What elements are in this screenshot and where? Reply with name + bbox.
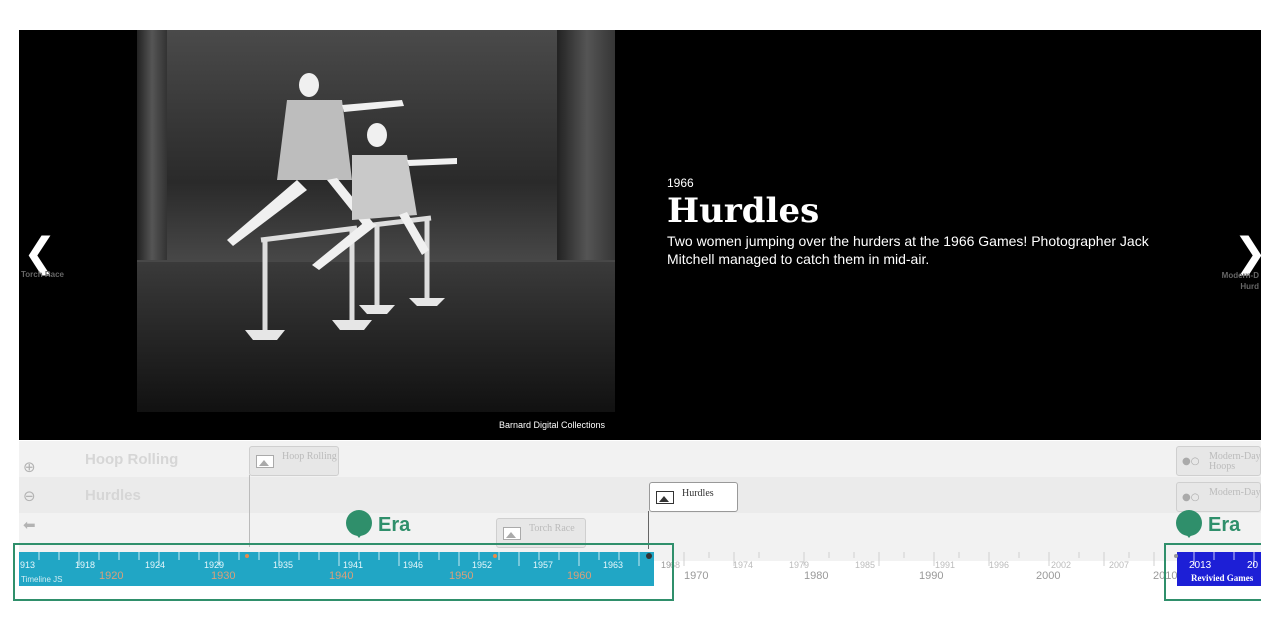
timeline-app: { "slide": { "date": "1966", "title": "H… — [0, 0, 1261, 637]
group-row-hoop-rolling: Hoop Rolling — [19, 441, 1261, 477]
marker-modern-day[interactable]: ●○ Modern-Day... — [1176, 482, 1261, 512]
tick-label: 2007 — [1109, 560, 1130, 570]
tick-label: 1991 — [935, 560, 956, 570]
zoom-in-icon[interactable]: ⊕ — [23, 458, 43, 478]
hurdlers-image — [227, 73, 457, 340]
tick-label: 1979 — [789, 560, 810, 570]
dots-icon: ●○ — [1182, 456, 1200, 467]
next-slide-button[interactable]: ❯ Modern-D Hurd — [1201, 230, 1261, 292]
group-label: Hoop Rolling — [85, 451, 179, 468]
marker-label: Modern-Day... — [1209, 487, 1261, 498]
dots-icon: ●○ — [1182, 492, 1200, 503]
previous-slide-label: Torch Race — [21, 270, 64, 279]
image-icon — [503, 527, 521, 540]
next-slide-label: Modern-D Hurd — [1222, 270, 1259, 292]
era-highlight-box — [1164, 543, 1261, 601]
group-label: Hurdles — [85, 487, 141, 504]
slide-photo — [137, 30, 615, 412]
image-icon — [656, 491, 674, 504]
marker-line — [249, 475, 250, 547]
tick-label-major: 1970 — [684, 570, 709, 582]
group-row-hurdles: Hurdles — [19, 477, 1261, 513]
tick-label-major: 2000 — [1036, 570, 1061, 582]
slide-date: 1966 — [667, 176, 694, 190]
marker-hurdles[interactable]: Hurdles — [649, 482, 738, 512]
tick-label: 2002 — [1051, 560, 1072, 570]
map-pin-icon — [1176, 510, 1202, 538]
next-slide-label-line1: Modern-D — [1221, 271, 1259, 280]
era-highlight-box — [13, 543, 674, 601]
map-pin-icon — [346, 510, 372, 538]
photo-credit: Barnard Digital Collections — [499, 420, 606, 430]
marker-hoop-rolling[interactable]: Hoop Rolling — [249, 446, 339, 476]
era-annotation-label: Era — [1208, 514, 1241, 536]
slide-panel: Barnard Digital Collections ❮ Torch Race… — [19, 30, 1261, 440]
marker-modern-day-hoops[interactable]: ●○ Modern-Day Hoops — [1176, 446, 1261, 476]
previous-slide-button[interactable]: ❮ Torch Race — [19, 230, 79, 290]
group-row-empty — [19, 513, 1261, 545]
tick-label: 1996 — [989, 560, 1010, 570]
marker-label: Hoop Rolling — [282, 451, 337, 462]
slide-text: 1966 Hurdles Two women jumping over the … — [667, 176, 1187, 268]
era-annotation-label: Era — [378, 514, 411, 536]
back-to-start-icon[interactable]: ⬅ — [23, 516, 43, 536]
tick-label-major: 1990 — [919, 570, 944, 582]
tick-label: 1974 — [733, 560, 754, 570]
zoom-out-icon[interactable]: ⊖ — [23, 487, 43, 507]
next-slide-label-line2: Hurd — [1240, 282, 1259, 291]
marker-label: Torch Race — [529, 523, 575, 534]
marker-label: Hurdles — [682, 488, 714, 499]
tick-label: 1985 — [855, 560, 876, 570]
tick-label-major: 1980 — [804, 570, 829, 582]
slide-title: Hurdles — [667, 191, 820, 231]
image-icon — [256, 455, 274, 468]
marker-label: Modern-Day Hoops — [1209, 451, 1261, 472]
slide-description: Two women jumping over the hurders at th… — [667, 233, 1149, 267]
